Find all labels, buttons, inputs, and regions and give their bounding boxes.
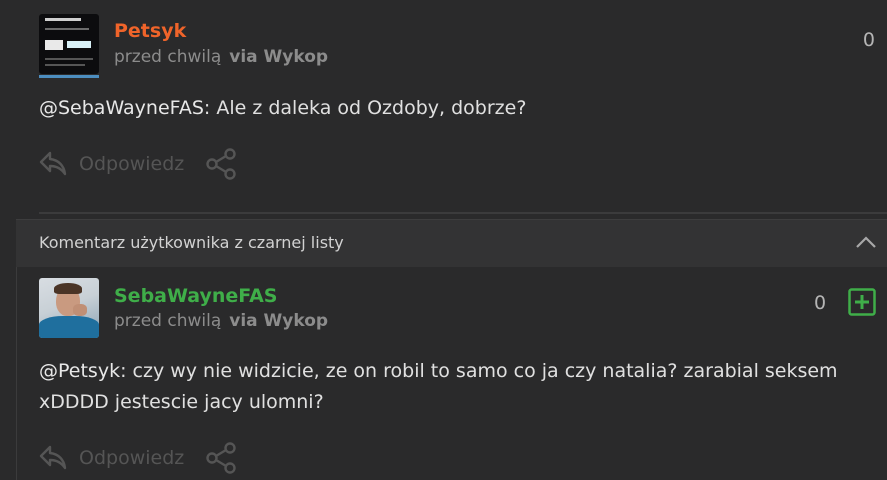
comment-text: : czy wy nie widzicie, ze on robil to sa… (120, 360, 838, 382)
source-label: via Wykop (229, 47, 329, 67)
reply-button[interactable]: Odpowiedz (39, 445, 184, 471)
source-label: via Wykop (229, 311, 329, 331)
author-name[interactable]: Petsyk (114, 20, 186, 42)
page: Petsyk przed chwilą via Wykop 0 @SebaWayn… (0, 0, 887, 480)
blacklist-header[interactable]: Komentarz użytkownika z czarnej listy (16, 219, 887, 267)
chevron-up-icon (856, 236, 876, 248)
author-name[interactable]: SebaWayneFAS (114, 285, 278, 307)
comment-body: @Petsyk: czy wy nie widzicie, ze on robi… (39, 356, 869, 418)
share-button[interactable] (206, 442, 238, 474)
comment-text: : Ale z daleka od Ozdoby, dobrze? (203, 97, 527, 119)
avatar-underline (39, 75, 99, 78)
reply-icon (39, 151, 67, 176)
comment-actions: Odpowiedz (39, 442, 238, 474)
reply-icon (39, 445, 67, 470)
share-button[interactable] (206, 148, 238, 180)
vote-count: 0 (814, 292, 827, 314)
reply-label: Odpowiedz (79, 153, 185, 175)
avatar[interactable] (39, 14, 99, 74)
vote-count: 0 (862, 29, 875, 51)
comment: Petsyk przed chwilą via Wykop 0 @SebaWayn… (0, 0, 887, 212)
reply-label: Odpowiedz (79, 447, 185, 469)
upvote-button[interactable] (848, 288, 876, 320)
timestamp: przed chwilą (114, 47, 222, 67)
share-icon (206, 442, 236, 474)
plus-icon (848, 288, 876, 316)
reply-button[interactable]: Odpowiedz (39, 151, 184, 177)
comment-actions: Odpowiedz (39, 148, 238, 180)
divider (39, 212, 887, 214)
comment-body: @SebaWayneFAS: Ale z daleka od Ozdoby, d… (39, 93, 526, 124)
share-icon (206, 148, 236, 180)
mention-link[interactable]: @Petsyk (39, 360, 120, 382)
avatar[interactable] (39, 278, 99, 338)
comment-meta: przed chwilą via Wykop (114, 311, 328, 331)
collapse-button[interactable] (855, 234, 877, 254)
mention-link[interactable]: @SebaWayneFAS (39, 97, 204, 119)
timestamp: przed chwilą (114, 311, 222, 331)
comment-meta: przed chwilą via Wykop (114, 47, 328, 67)
blacklist-title: Komentarz użytkownika z czarnej listy (39, 233, 344, 252)
comment-text-line2: xDDDD jestescie jacy ulomni? (39, 391, 324, 413)
